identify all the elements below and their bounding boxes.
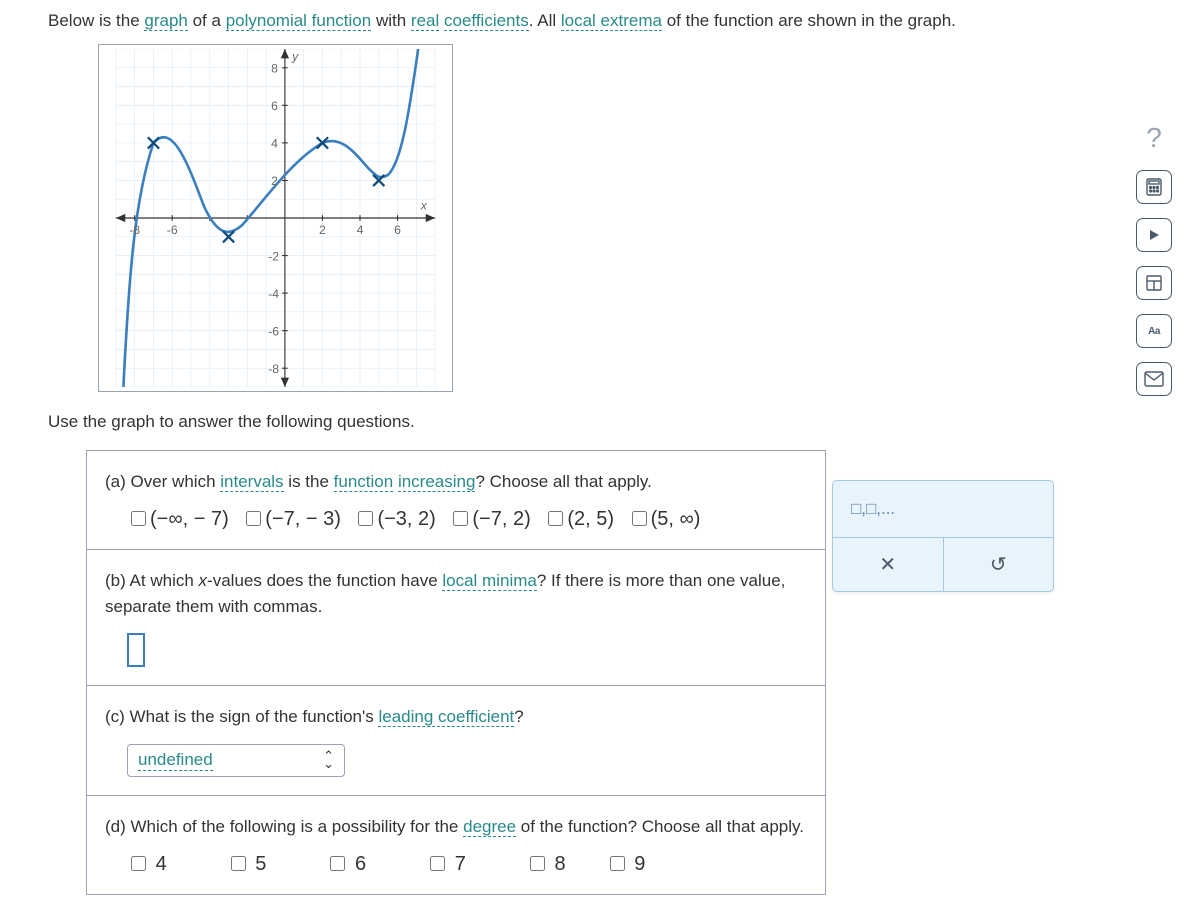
tool-rail: ? Aa: [1136, 120, 1172, 396]
svg-text:-8: -8: [268, 361, 279, 375]
opt-a-0[interactable]: (−∞, − 7): [127, 508, 229, 530]
play-icon[interactable]: [1136, 218, 1172, 252]
link-leading-coefficient[interactable]: leading coefficient: [378, 707, 514, 727]
svg-text:8: 8: [271, 61, 278, 75]
polynomial-graph: -8 -6 2 4 6 8 6 4 2 -2 -4 -6 -8 x y: [98, 44, 453, 392]
opt-a-3[interactable]: (−7, 2): [449, 508, 530, 530]
svg-text:6: 6: [271, 99, 278, 113]
opt-d-3[interactable]: 7: [426, 853, 521, 876]
link-graph[interactable]: graph: [144, 11, 187, 31]
svg-text:-4: -4: [268, 286, 279, 300]
opt-d-2[interactable]: 6: [326, 853, 421, 876]
stepper-icon: ⌃⌄: [323, 752, 334, 768]
svg-text:-6: -6: [167, 222, 178, 236]
leading-coeff-select[interactable]: undefined ⌃⌄: [127, 744, 345, 777]
format-hint[interactable]: □,□,...: [833, 481, 1053, 537]
mail-icon[interactable]: [1136, 362, 1172, 396]
opt-a-1[interactable]: (−7, − 3): [242, 508, 341, 530]
questions-box: (a) Over which intervals is the function…: [86, 450, 826, 896]
link-polynomial-function[interactable]: polynomial function: [226, 11, 372, 31]
question-d: (d) Which of the following is a possibil…: [105, 814, 807, 840]
svg-text:6: 6: [394, 222, 401, 236]
question-a: (a) Over which intervals is the function…: [105, 469, 807, 495]
svg-text:y: y: [291, 49, 299, 63]
svg-text:2: 2: [319, 222, 326, 236]
svg-text:-6: -6: [268, 324, 279, 338]
opt-d-1[interactable]: 5: [227, 853, 322, 876]
opt-a-4[interactable]: (2, 5): [544, 508, 614, 530]
opt-d-0[interactable]: 4: [127, 853, 222, 876]
undo-button[interactable]: ↺: [943, 538, 1054, 591]
link-degree[interactable]: degree: [463, 817, 516, 837]
opt-d-5[interactable]: 9: [606, 853, 681, 876]
svg-text:4: 4: [271, 136, 278, 150]
opt-d-4[interactable]: 8: [526, 853, 601, 876]
link-real[interactable]: real: [411, 11, 439, 31]
select-value: undefined: [138, 750, 213, 771]
help-icon[interactable]: ?: [1136, 120, 1172, 156]
link-local-minima[interactable]: local minima: [442, 571, 536, 591]
opt-a-2[interactable]: (−3, 2): [354, 508, 435, 530]
svg-text:4: 4: [357, 222, 364, 236]
link-coefficients[interactable]: coefficients: [444, 11, 529, 31]
local-minima-input[interactable]: [127, 633, 145, 667]
svg-text:x: x: [420, 198, 428, 212]
link-increasing[interactable]: increasing: [398, 472, 476, 492]
link-local-extrema[interactable]: local extrema: [561, 11, 662, 31]
choices-a: (−∞, − 7) (−7, − 3) (−3, 2) (−7, 2) (2, …: [127, 508, 807, 531]
clear-button[interactable]: ✕: [833, 538, 943, 591]
question-b: (b) At which x-values does the function …: [105, 568, 807, 619]
question-c: (c) What is the sign of the function's l…: [105, 704, 807, 730]
svg-text:2: 2: [271, 174, 278, 188]
example-icon[interactable]: [1136, 266, 1172, 300]
text-size-icon[interactable]: Aa: [1136, 314, 1172, 348]
intro-text: Below is the graph of a polynomial funct…: [48, 8, 1130, 34]
calculator-icon[interactable]: [1136, 170, 1172, 204]
link-function[interactable]: function: [334, 472, 394, 492]
follow-text: Use the graph to answer the following qu…: [48, 412, 1130, 432]
svg-text:-2: -2: [268, 249, 279, 263]
opt-a-5[interactable]: (5, ∞): [628, 508, 701, 530]
svg-text:-8: -8: [129, 222, 140, 236]
choices-d: 4 5 6 7 8 9: [127, 853, 807, 876]
input-helper-panel: □,□,... ✕ ↺: [832, 480, 1054, 592]
link-intervals[interactable]: intervals: [220, 472, 283, 492]
